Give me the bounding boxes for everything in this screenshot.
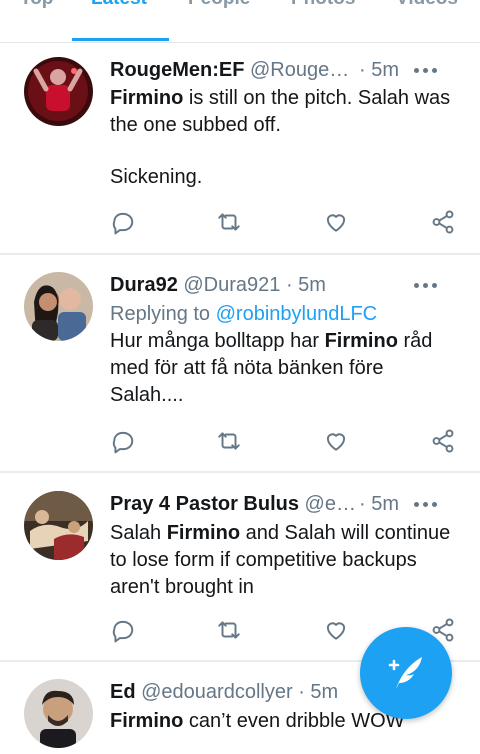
author-name[interactable]: Ed xyxy=(110,681,136,703)
more-options-icon[interactable] xyxy=(414,491,440,517)
tab-latest[interactable]: Latest xyxy=(91,0,147,10)
avatar[interactable] xyxy=(24,57,93,126)
author-handle[interactable]: @Rouge… xyxy=(250,59,349,81)
reply-icon[interactable] xyxy=(110,209,140,239)
avatar[interactable] xyxy=(24,272,93,341)
replying-to-link[interactable]: @robinbylundLFC xyxy=(216,303,378,325)
retweet-icon[interactable] xyxy=(216,209,246,239)
heart-icon[interactable] xyxy=(323,428,353,458)
share-icon[interactable] xyxy=(430,428,460,458)
tweet-time: · 5m xyxy=(359,59,399,81)
author-name[interactable]: Dura92 xyxy=(110,274,178,296)
tab-photos[interactable]: Photos xyxy=(291,0,355,10)
retweet-icon[interactable] xyxy=(216,428,246,458)
tweet[interactable]: RougeMen:EF @Rouge… · 5m Firmino is stil… xyxy=(0,42,480,255)
tweet[interactable]: Dura92 @Dura921 · 5m Replying to @robinb… xyxy=(0,255,480,473)
more-options-icon[interactable] xyxy=(414,57,440,83)
author-name[interactable]: RougeMen:EF xyxy=(110,59,244,81)
avatar[interactable] xyxy=(24,491,93,560)
tweet-time: · 5m xyxy=(285,274,326,296)
heart-icon[interactable] xyxy=(323,617,353,647)
author-name[interactable]: Pray 4 Pastor Bulus xyxy=(110,493,299,515)
tweet-text: Firmino is still on the pitch. Salah was… xyxy=(110,87,451,188)
tweet-text: Salah Firmino and Salah will continue to… xyxy=(110,522,451,598)
reply-icon[interactable] xyxy=(110,428,140,458)
tweet-time: · 5m xyxy=(359,493,399,515)
tweet-time: · 5m xyxy=(298,681,339,703)
share-icon[interactable] xyxy=(430,209,460,239)
compose-tweet-icon xyxy=(388,657,422,689)
author-handle[interactable]: @Dura921 xyxy=(183,274,280,296)
author-handle[interactable]: @edouardcollyer xyxy=(141,681,293,703)
search-tabs: Top Latest People Photos Videos xyxy=(0,0,480,43)
avatar[interactable] xyxy=(24,679,93,748)
compose-tweet-button[interactable] xyxy=(360,627,452,719)
tweet-actions xyxy=(110,209,460,239)
tweet-actions xyxy=(110,428,460,458)
author-handle[interactable]: @e… xyxy=(305,493,356,515)
retweet-icon[interactable] xyxy=(216,617,246,647)
active-tab-indicator xyxy=(72,38,169,41)
tab-top[interactable]: Top xyxy=(20,0,53,10)
heart-icon[interactable] xyxy=(323,209,353,239)
tweet-text: Replying to @robinbylundLFC Hur många bo… xyxy=(110,301,460,409)
tab-people[interactable]: People xyxy=(188,0,250,10)
more-options-icon[interactable] xyxy=(414,272,440,298)
reply-icon[interactable] xyxy=(110,617,140,647)
replying-to: Replying to @robinbylundLFC xyxy=(110,303,378,325)
tab-videos[interactable]: Videos xyxy=(396,0,458,10)
